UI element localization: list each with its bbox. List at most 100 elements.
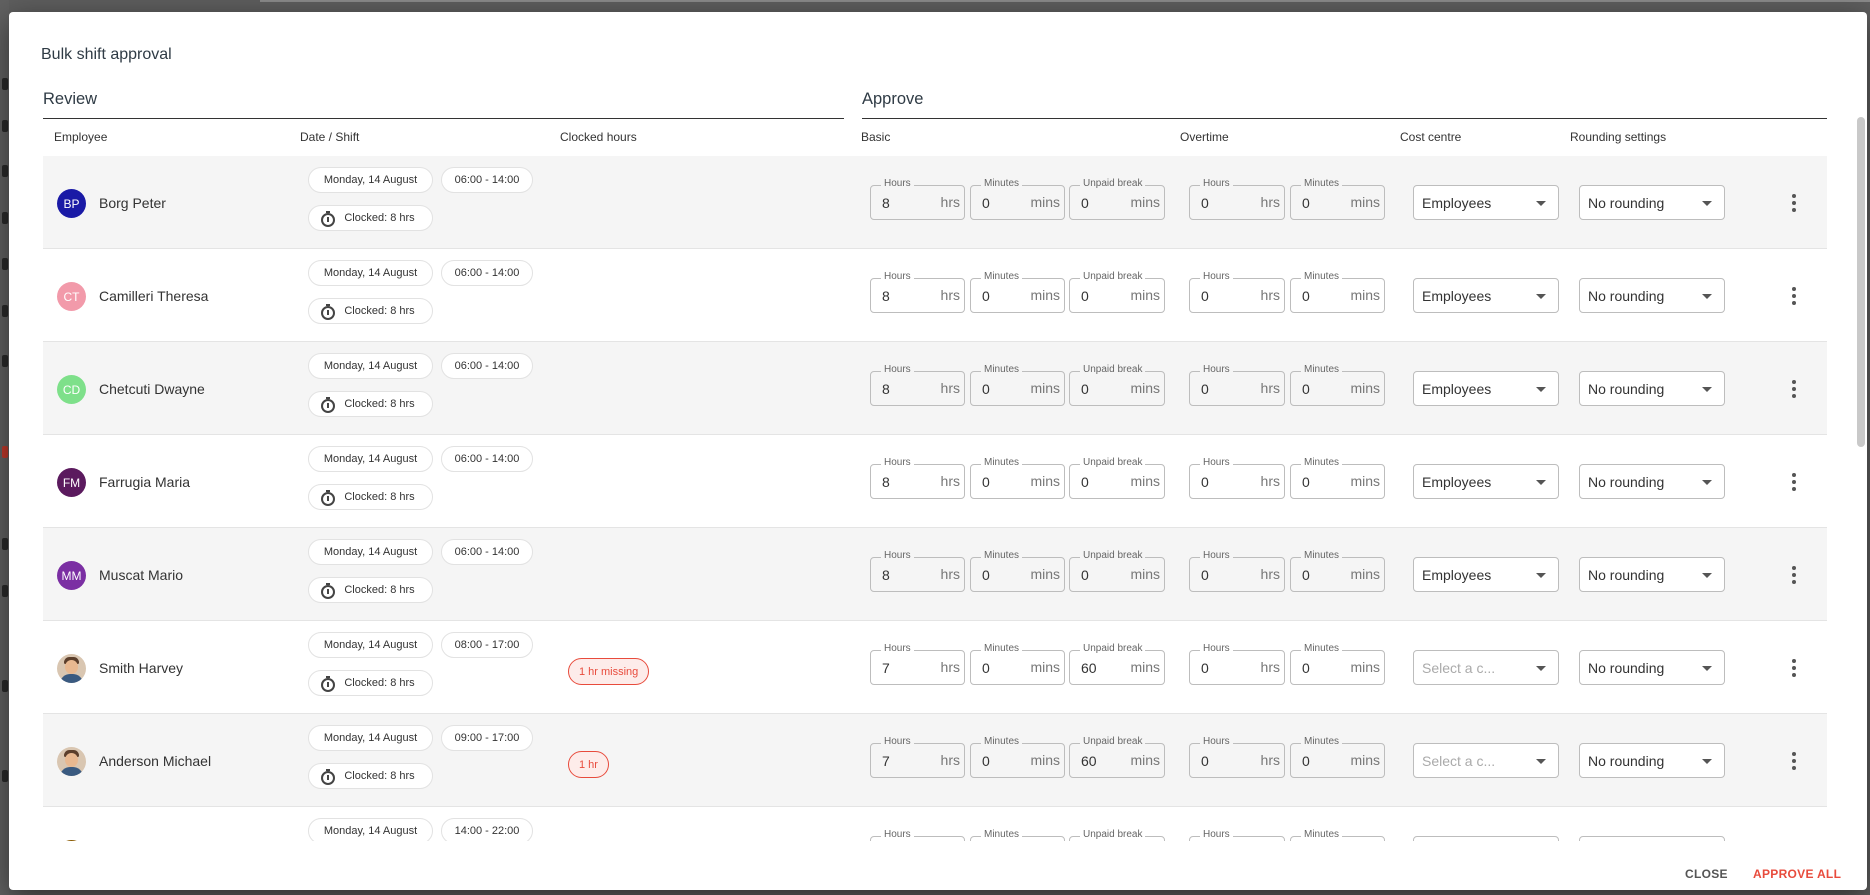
overtime-hours-field[interactable]: Hours0hrs <box>1189 178 1285 220</box>
cost-centre-select[interactable]: Employees <box>1413 836 1559 841</box>
avatar: CT <box>57 282 86 311</box>
basic-minutes-field[interactable]: Minutes0mins <box>970 643 1065 685</box>
cost-centre-select[interactable]: Select a c... <box>1413 743 1559 778</box>
chevron-down-icon <box>1536 666 1546 671</box>
backdrop-strip <box>260 0 1870 2</box>
employee-name: Muscat Mario <box>99 567 184 583</box>
cost-centre-select[interactable]: Employees <box>1413 371 1559 406</box>
field-unit: mins <box>1350 659 1380 675</box>
cost-centre-select[interactable]: Employees <box>1413 557 1559 592</box>
field-label: Unpaid break <box>1080 364 1146 376</box>
field-label: Hours <box>881 364 914 376</box>
overtime-minutes-field[interactable]: Minutes0mins <box>1290 457 1385 499</box>
field-label: Unpaid break <box>1080 736 1146 748</box>
table-row: MM Muscat Mario Monday, 14 August 06:00 - 1… <box>43 528 1827 621</box>
unpaid-break-field[interactable]: Unpaid break 60 mins <box>1069 736 1165 778</box>
basic-hours-field[interactable]: Hours 8 hrs <box>870 178 965 220</box>
basic-minutes-field[interactable]: Minutes0mins <box>970 736 1065 778</box>
rounding-select[interactable]: No rounding <box>1579 464 1725 499</box>
rounding-select[interactable]: No rounding <box>1579 650 1725 685</box>
chevron-down-icon <box>1536 387 1546 392</box>
unpaid-break-field[interactable]: Unpaid break0mins <box>1069 457 1165 499</box>
overtime-minutes-field[interactable]: Minutes0mins <box>1290 643 1385 685</box>
unpaid-break-field[interactable]: Unpaid break0mins <box>1069 178 1165 220</box>
overtime-minutes-field[interactable]: Minutes0mins <box>1290 271 1385 313</box>
rounding-select[interactable]: No rounding <box>1579 836 1725 841</box>
basic-minutes-field[interactable]: Minutes0mins <box>970 550 1065 592</box>
field-value: 0 <box>1201 474 1209 490</box>
more-options-icon[interactable] <box>1791 566 1797 584</box>
field-label: Minutes <box>981 271 1023 283</box>
overtime-minutes-field[interactable]: Minutes0mins <box>1290 364 1385 406</box>
employee-name: Farrugia Maria <box>99 474 191 490</box>
basic-minutes-field[interactable]: Minutes0mins <box>970 364 1065 406</box>
close-button[interactable]: CLOSE <box>1685 867 1728 881</box>
more-options-icon[interactable] <box>1791 659 1797 677</box>
rounding-select[interactable]: No rounding <box>1579 371 1725 406</box>
basic-minutes-field[interactable]: Minutes0mins <box>970 271 1065 313</box>
more-options-icon[interactable] <box>1791 380 1797 398</box>
basic-hours-field[interactable]: Hours 8 hrs <box>870 550 965 592</box>
overtime-minutes-field[interactable]: Minutes0mins <box>1290 550 1385 592</box>
overtime-minutes-field[interactable]: Minutes0mins <box>1290 829 1385 841</box>
cost-centre-select[interactable]: Employees <box>1413 278 1559 313</box>
approve-all-button[interactable]: APPROVE ALL <box>1753 867 1841 881</box>
basic-hours-field[interactable]: Hours0hrs <box>870 829 965 841</box>
field-label: Minutes <box>1301 829 1343 841</box>
backdrop-icon <box>2 770 8 782</box>
field-label: Hours <box>1200 271 1233 283</box>
basic-hours-field[interactable]: Hours 8 hrs <box>870 364 965 406</box>
basic-minutes-field[interactable]: Minutes0mins <box>970 457 1065 499</box>
unpaid-break-field[interactable]: Unpaid break0mins <box>1069 364 1165 406</box>
basic-hours-field[interactable]: Hours 8 hrs <box>870 457 965 499</box>
unpaid-break-field[interactable]: Unpaid break 60 mins <box>1069 643 1165 685</box>
cost-centre-select[interactable]: Employees <box>1413 464 1559 499</box>
field-value: 0 <box>1201 660 1209 676</box>
field-label: Minutes <box>1301 643 1343 655</box>
field-label: Minutes <box>1301 271 1343 283</box>
overtime-hours-field[interactable]: Hours0hrs <box>1189 271 1285 313</box>
field-value: 0 <box>1201 567 1209 583</box>
unpaid-break-field[interactable]: Unpaid break0mins <box>1069 550 1165 592</box>
cost-centre-select[interactable]: Employees <box>1413 185 1559 220</box>
chevron-down-icon <box>1702 480 1712 485</box>
rounding-select[interactable]: No rounding <box>1579 278 1725 313</box>
col-overtime: Overtime <box>1180 130 1229 144</box>
overtime-hours-field[interactable]: Hours0hrs <box>1189 829 1285 841</box>
overtime-hours-field[interactable]: Hours0hrs <box>1189 364 1285 406</box>
basic-hours-field[interactable]: Hours 7 hrs <box>870 643 965 685</box>
basic-minutes-field[interactable]: Minutes0mins <box>970 178 1065 220</box>
unpaid-break-field[interactable]: Unpaid break0mins <box>1069 829 1165 841</box>
overtime-hours-field[interactable]: Hours0hrs <box>1189 736 1285 778</box>
field-value: 60 <box>1081 753 1097 769</box>
basic-hours-field[interactable]: Hours 7 hrs <box>870 736 965 778</box>
scrollbar[interactable] <box>1857 117 1865 447</box>
rounding-select[interactable]: No rounding <box>1579 557 1725 592</box>
field-label: Hours <box>1200 736 1233 748</box>
overtime-hours-field[interactable]: Hours0hrs <box>1189 643 1285 685</box>
more-options-icon[interactable] <box>1791 194 1797 212</box>
overtime-minutes-field[interactable]: Minutes0mins <box>1290 736 1385 778</box>
clocked-hours-label: Clocked: 8 hrs <box>344 212 415 224</box>
chevron-down-icon <box>1702 573 1712 578</box>
more-options-icon[interactable] <box>1791 473 1797 491</box>
backdrop-icon <box>2 446 8 458</box>
overtime-hours-field[interactable]: Hours0hrs <box>1189 457 1285 499</box>
basic-hours-field[interactable]: Hours 8 hrs <box>870 271 965 313</box>
employee-name: Anderson Michael <box>99 753 212 769</box>
more-options-icon[interactable] <box>1791 752 1797 770</box>
cost-centre-value: Select a c... <box>1422 753 1496 769</box>
rounding-select[interactable]: No rounding <box>1579 743 1725 778</box>
avatar <box>57 654 86 683</box>
unpaid-break-field[interactable]: Unpaid break0mins <box>1069 271 1165 313</box>
shift-time-chip: 06:00 - 14:00 <box>441 260 533 286</box>
cost-centre-value: Employees <box>1422 567 1492 583</box>
field-label: Minutes <box>981 457 1023 469</box>
basic-minutes-field[interactable]: Minutes0mins <box>970 829 1065 841</box>
cost-centre-select[interactable]: Select a c... <box>1413 650 1559 685</box>
overtime-minutes-field[interactable]: Minutes0mins <box>1290 178 1385 220</box>
more-options-icon[interactable] <box>1791 287 1797 305</box>
overtime-hours-field[interactable]: Hours0hrs <box>1189 550 1285 592</box>
backdrop-icon <box>2 538 8 550</box>
rounding-select[interactable]: No rounding <box>1579 185 1725 220</box>
